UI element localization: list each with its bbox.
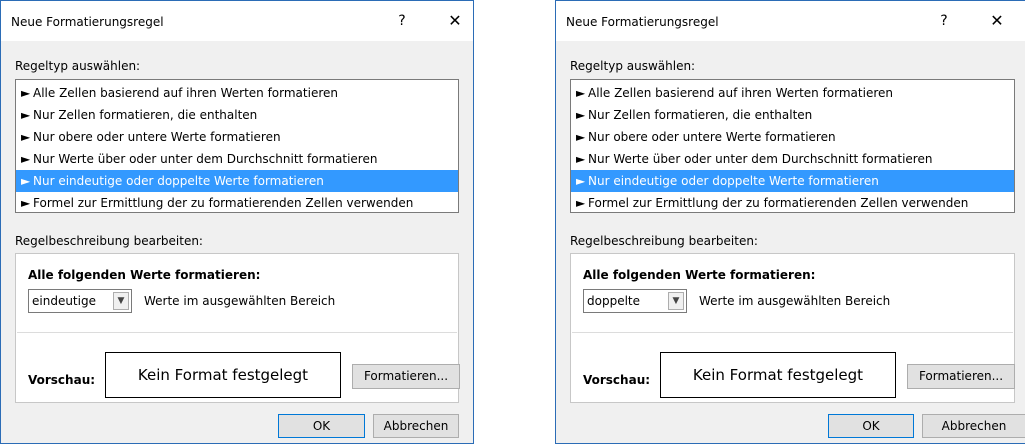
rule-item[interactable]: ► Nur Werte über oder unter dem Durchschn… xyxy=(16,148,458,170)
close-button[interactable]: ✕ xyxy=(441,10,469,32)
divider xyxy=(572,332,1013,333)
arrow-icon: ► xyxy=(576,152,586,166)
select-value: doppelte xyxy=(587,294,640,308)
arrow-icon: ► xyxy=(21,196,31,210)
arrow-icon: ► xyxy=(21,152,31,166)
arrow-icon: ► xyxy=(21,130,31,144)
range-text: Werte im ausgewählten Bereich xyxy=(699,294,891,308)
arrow-icon: ► xyxy=(576,86,586,100)
chevron-down-icon[interactable]: ▼ xyxy=(113,292,129,310)
dialog-title: Neue Formatierungsregel xyxy=(11,15,164,29)
rule-item[interactable]: ► Alle Zellen basierend auf ihren Werten … xyxy=(571,82,1014,104)
divider xyxy=(17,332,457,333)
rule-item[interactable]: ► Alle Zellen basierend auf ihren Werten … xyxy=(16,82,458,104)
rule-type-list[interactable]: ► Alle Zellen basierend auf ihren Werten … xyxy=(15,79,459,213)
unique-duplicate-select[interactable]: eindeutige ▼ xyxy=(28,289,132,313)
arrow-icon: ► xyxy=(576,174,586,188)
arrow-icon: ► xyxy=(576,130,586,144)
format-button[interactable]: Formatieren... xyxy=(907,364,1015,389)
format-all-heading: Alle folgenden Werte formatieren: xyxy=(28,268,261,282)
dialog-title: Neue Formatierungsregel xyxy=(566,15,719,29)
preview-box: Kein Format festgelegt xyxy=(660,352,896,398)
rule-item-selected[interactable]: ► Nur eindeutige oder doppelte Werte form… xyxy=(571,170,1014,192)
chevron-down-icon[interactable]: ▼ xyxy=(668,292,684,310)
rule-type-label: Regeltyp auswählen: xyxy=(15,59,141,73)
rule-item[interactable]: ► Nur obere oder untere Werte formatieren xyxy=(571,126,1014,148)
new-formatting-rule-dialog: Neue Formatierungsregel ? ✕ Regeltyp aus… xyxy=(0,0,474,444)
title-bar: Neue Formatierungsregel ? ✕ xyxy=(1,1,473,41)
format-all-heading: Alle folgenden Werte formatieren: xyxy=(583,268,816,282)
range-text: Werte im ausgewählten Bereich xyxy=(144,294,336,308)
format-button[interactable]: Formatieren... xyxy=(352,364,460,389)
rule-type-list[interactable]: ► Alle Zellen basierend auf ihren Werten … xyxy=(570,79,1015,213)
rule-item-selected[interactable]: ► Nur eindeutige oder doppelte Werte form… xyxy=(16,170,458,192)
rule-description-label: Regelbeschreibung bearbeiten: xyxy=(570,234,758,248)
rule-item[interactable]: ► Nur obere oder untere Werte formatieren xyxy=(16,126,458,148)
arrow-icon: ► xyxy=(576,196,586,210)
rule-item[interactable]: ► Formel zur Ermittlung der zu formatiere… xyxy=(16,192,458,214)
rule-type-label: Regeltyp auswählen: xyxy=(570,59,696,73)
rule-description-panel: Alle folgenden Werte formatieren: eindeu… xyxy=(15,253,460,403)
ok-button[interactable]: OK xyxy=(828,414,914,438)
rule-item[interactable]: ► Nur Zellen formatieren, die enthalten xyxy=(16,104,458,126)
arrow-icon: ► xyxy=(21,174,31,188)
title-bar: Neue Formatierungsregel ? ✕ xyxy=(556,1,1025,41)
rule-item[interactable]: ► Nur Zellen formatieren, die enthalten xyxy=(571,104,1014,126)
preview-box: Kein Format festgelegt xyxy=(105,352,341,398)
rule-description-label: Regelbeschreibung bearbeiten: xyxy=(15,234,203,248)
arrow-icon: ► xyxy=(21,86,31,100)
rule-description-panel: Alle folgenden Werte formatieren: doppel… xyxy=(570,253,1015,403)
cancel-button[interactable]: Abbrechen xyxy=(373,414,459,438)
arrow-icon: ► xyxy=(576,108,586,122)
unique-duplicate-select[interactable]: doppelte ▼ xyxy=(583,289,687,313)
preview-label: Vorschau: xyxy=(583,373,651,387)
close-button[interactable]: ✕ xyxy=(983,10,1011,32)
rule-item[interactable]: ► Formel zur Ermittlung der zu formatiere… xyxy=(571,192,1014,214)
select-value: eindeutige xyxy=(32,294,96,308)
rule-item[interactable]: ► Nur Werte über oder unter dem Durchschn… xyxy=(571,148,1014,170)
new-formatting-rule-dialog: Neue Formatierungsregel ? ✕ Regeltyp aus… xyxy=(555,0,1025,444)
help-button[interactable]: ? xyxy=(934,11,954,31)
preview-label: Vorschau: xyxy=(28,373,96,387)
help-button[interactable]: ? xyxy=(392,11,412,31)
ok-button[interactable]: OK xyxy=(278,414,365,438)
cancel-button[interactable]: Abbrechen xyxy=(922,414,1025,438)
arrow-icon: ► xyxy=(21,108,31,122)
